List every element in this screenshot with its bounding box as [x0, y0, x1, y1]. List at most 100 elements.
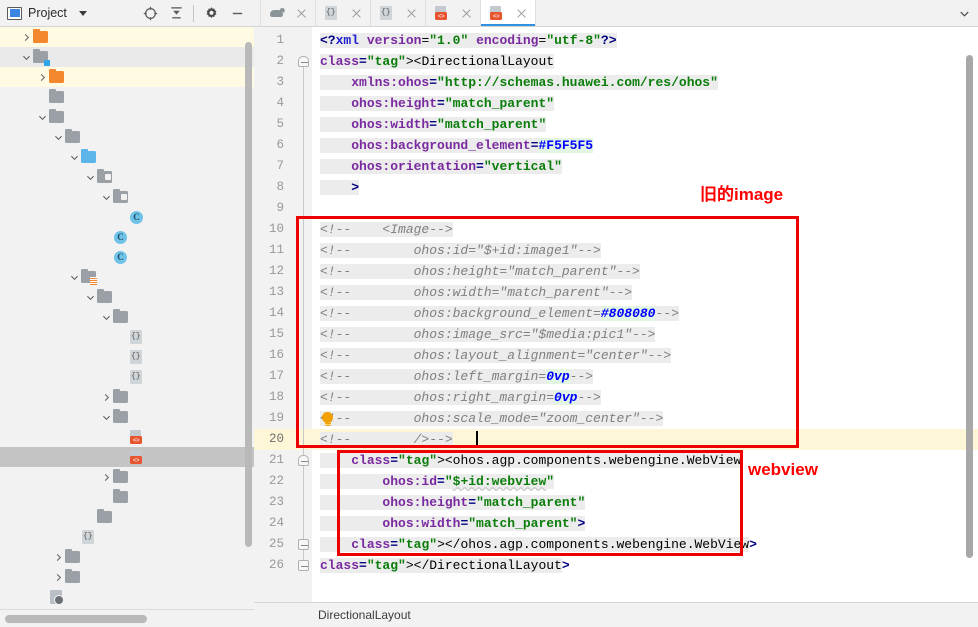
code-line[interactable]: xmlns:ohos="http://schemas.huawei.com/re… [320, 72, 718, 93]
close-icon[interactable] [350, 7, 363, 20]
tree-item-mainability[interactable]: C [0, 207, 254, 227]
intention-bulb-icon[interactable] [322, 412, 333, 423]
code-line[interactable]: class="tag"></ohos.agp.components.webeng… [320, 534, 757, 555]
code-line[interactable]: <!-- ohos:id="$+id:image1"--> [320, 240, 601, 261]
tree-expand-arrow[interactable] [100, 313, 113, 322]
editor-code-area[interactable]: <?xml version="1.0" encoding="utf-8"?>cl… [312, 27, 978, 602]
code-line[interactable]: <!-- ohos:image_src="$media:pic1"--> [320, 324, 655, 345]
tree-item-rawfile[interactable] [0, 507, 254, 527]
code-line[interactable]: <!-- ohos:width="match_parent"--> [320, 282, 632, 303]
code-line[interactable]: <?xml version="1.0" encoding="utf-8"?> [320, 30, 617, 51]
tree-item-build[interactable] [0, 67, 254, 87]
tree-item-land-main[interactable]: <> [0, 427, 254, 447]
tree-item-layout[interactable] [0, 407, 254, 427]
editor-tab-land-main-xml[interactable]: <> [426, 0, 481, 26]
tree-item-port-main[interactable]: <> [0, 447, 254, 467]
project-view-selector[interactable]: Project [0, 6, 87, 20]
tree-item-libs[interactable] [0, 87, 254, 107]
code-fold-toggle[interactable] [298, 56, 309, 67]
code-line[interactable]: ohos:height="match_parent" [320, 93, 554, 114]
code-line[interactable] [320, 198, 328, 219]
tree-expand-arrow[interactable] [20, 53, 33, 62]
code-line[interactable]: <!-- <Image--> [320, 219, 453, 240]
tree-expand-arrow[interactable] [20, 33, 33, 42]
tree-item-profile[interactable] [0, 487, 254, 507]
close-icon[interactable] [405, 7, 418, 20]
code-line[interactable]: ohos:width="match_parent"> [320, 513, 585, 534]
tree-item-build[interactable] [0, 27, 254, 47]
tree-expand-arrow[interactable] [36, 113, 49, 122]
code-line[interactable]: ohos:id="$+id:webview" [320, 471, 554, 492]
tree-expand-arrow[interactable] [52, 553, 65, 562]
tabs-overflow-chevron-down-icon[interactable] [950, 0, 978, 26]
project-tree-horizontal-scrollbar-track[interactable] [0, 609, 254, 627]
editor-tab-slice-java[interactable] [254, 0, 261, 26]
tree-item-myapplication[interactable]: C [0, 247, 254, 267]
tree-expand-arrow[interactable] [36, 73, 49, 82]
tree-item-com-devon-webv[interactable] [0, 167, 254, 187]
tree-item-config-json[interactable] [0, 527, 254, 547]
tree-item-string-json[interactable] [0, 367, 254, 387]
tree-item-graphic[interactable] [0, 387, 254, 407]
tree-expand-arrow[interactable] [100, 193, 113, 202]
code-line[interactable]: ohos:orientation="vertical" [320, 156, 562, 177]
code-fold-toggle[interactable] [298, 539, 309, 550]
tree-item-float-json[interactable] [0, 347, 254, 367]
editor-tab-config-json[interactable] [316, 0, 371, 26]
code-line[interactable]: <!-- ohos:background_element=#808080--> [320, 303, 679, 324]
tree-item--gitignore[interactable] [0, 587, 254, 607]
tree-expand-arrow[interactable] [68, 153, 81, 162]
collapse-all-icon[interactable] [163, 0, 189, 26]
code-line[interactable]: <!-- ohos:scale_mode="zoom_center"--> [320, 408, 663, 429]
tree-expand-arrow[interactable] [100, 473, 113, 482]
editor-tab-bar[interactable]: <><> [254, 0, 978, 27]
project-tree[interactable]: CCC <><> [0, 27, 254, 609]
tree-item-ohostest[interactable] [0, 547, 254, 567]
tree-expand-arrow[interactable] [52, 133, 65, 142]
code-line[interactable]: <!-- ohos:height="match_parent"--> [320, 261, 640, 282]
code-fold-toggle[interactable] [298, 560, 309, 571]
tree-item-src[interactable] [0, 107, 254, 127]
tree-item-resources[interactable] [0, 267, 254, 287]
minimize-icon[interactable] [224, 0, 250, 26]
editor-gutter[interactable]: 1234567891011121314151617181920212223242… [254, 27, 312, 602]
tree-expand-arrow[interactable] [84, 293, 97, 302]
code-line[interactable]: <!-- ohos:left_margin=0vp--> [320, 366, 593, 387]
tree-item-java[interactable] [0, 147, 254, 167]
code-line[interactable]: <!-- ohos:right_margin=0vp--> [320, 387, 601, 408]
project-tree-vertical-scrollbar[interactable] [245, 42, 252, 547]
tree-expand-arrow[interactable] [84, 173, 97, 182]
close-icon[interactable] [460, 7, 473, 20]
code-fold-toggle[interactable] [298, 455, 309, 466]
close-icon[interactable] [295, 7, 308, 20]
tree-item-color-json[interactable] [0, 327, 254, 347]
tree-item-element[interactable] [0, 307, 254, 327]
editor-vertical-scrollbar[interactable] [966, 55, 973, 558]
tree-item-media[interactable] [0, 467, 254, 487]
code-line[interactable]: class="tag"></DirectionalLayout> [320, 555, 570, 576]
tree-item-main[interactable] [0, 127, 254, 147]
code-line[interactable]: > [320, 177, 359, 198]
editor-tab-port-main-xml[interactable]: <> [481, 0, 536, 26]
editor-tab-string-json[interactable] [371, 0, 426, 26]
breadcrumb[interactable]: DirectionalLayout [254, 608, 411, 622]
tree-expand-arrow[interactable] [100, 413, 113, 422]
editor-tab-build-gradle-entry[interactable] [261, 0, 316, 26]
code-line[interactable]: class="tag"><DirectionalLayout [320, 51, 554, 72]
tree-expand-arrow[interactable] [52, 573, 65, 582]
tree-item-base[interactable] [0, 287, 254, 307]
code-line[interactable]: class="tag"><ohos.agp.components.webengi… [320, 450, 741, 471]
code-line[interactable]: ohos:height="match_parent" [320, 492, 585, 513]
project-tree-horizontal-scrollbar-thumb[interactable] [5, 615, 147, 623]
tree-expand-arrow[interactable] [68, 273, 81, 282]
tree-item-test[interactable] [0, 567, 254, 587]
code-line[interactable]: ohos:width="match_parent" [320, 114, 546, 135]
settings-gear-icon[interactable] [198, 0, 224, 26]
tree-item-slice[interactable] [0, 187, 254, 207]
tree-expand-arrow[interactable] [100, 393, 113, 402]
tree-item-entry[interactable] [0, 47, 254, 67]
code-line[interactable]: <!-- />--> [320, 429, 453, 450]
code-line[interactable]: <!-- ohos:layout_alignment="center"--> [320, 345, 671, 366]
locate-icon[interactable] [137, 0, 163, 26]
tree-item-mainability[interactable]: C [0, 227, 254, 247]
